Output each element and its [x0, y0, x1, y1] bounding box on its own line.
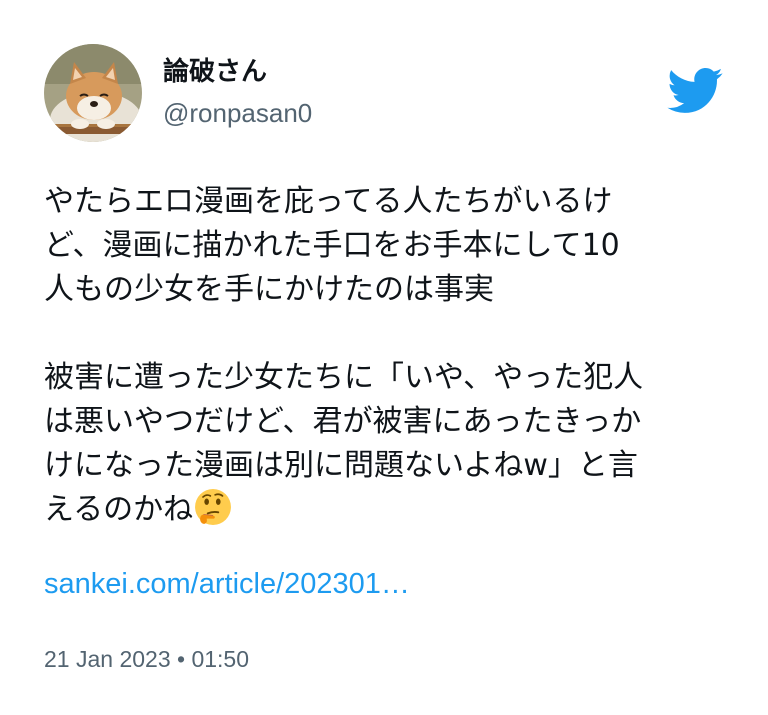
twitter-bird-icon[interactable] [667, 68, 723, 114]
tweet-line: えるのかね [44, 492, 194, 527]
tweet-line: は悪いやつだけど、君が被害にあったきっか [44, 404, 642, 439]
author-handle[interactable]: @ronpasan0 [163, 97, 312, 129]
tweet-line: ど、漫画に描かれた手口をお手本にして10 [44, 228, 620, 263]
author-display-name[interactable]: 論破さん [163, 56, 267, 88]
avatar[interactable] [44, 44, 142, 142]
tweet-line-last: えるのかね [44, 488, 734, 532]
tweet-line: 被害に遭った少女たちに「いや、やった犯人 [44, 360, 644, 395]
tweet-line: やたらエロ漫画を庇ってる人たちがいるけ [44, 184, 613, 219]
paragraph-break [44, 312, 734, 356]
tweet-timestamp[interactable]: 21 Jan 2023 • 01:50 [44, 643, 249, 675]
tweet-line: 人もの少女を手にかけたのは事実 [44, 272, 494, 307]
thinking-face-emoji-icon [194, 488, 232, 526]
article-link[interactable]: sankei.com/article/202301… [44, 562, 410, 606]
tweet-text: やたらエロ漫画を庇ってる人たちがいるけ ど、漫画に描かれた手口をお手本にして10… [44, 180, 734, 532]
tweet-line: けになった漫画は別に問題ないよねw」と言 [44, 448, 638, 483]
